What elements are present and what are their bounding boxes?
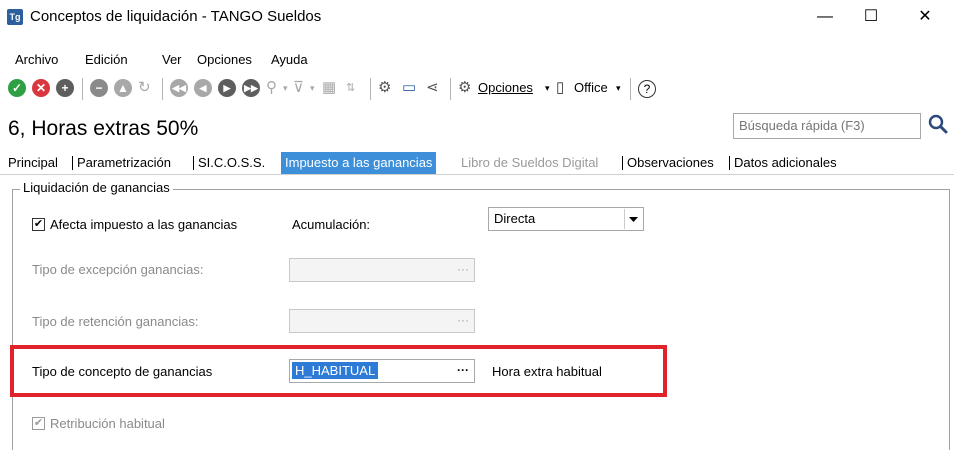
acumulacion-select[interactable]: Directa	[488, 207, 644, 231]
help-icon[interactable]: ?	[638, 80, 656, 98]
toolbar-separator	[82, 78, 83, 100]
app-icon: Tg	[7, 9, 23, 25]
options-gear-icon[interactable]: ⚙	[458, 79, 471, 97]
tipo-concepto-description: Hora extra habitual	[492, 364, 602, 379]
retribucion-habitual-label: Retribución habitual	[50, 416, 165, 431]
tab-separator	[72, 156, 73, 170]
monitor-icon[interactable]: ▭	[402, 79, 416, 97]
refresh-icon[interactable]: ↻	[138, 79, 151, 97]
ellipsis-icon[interactable]: ···	[453, 260, 473, 280]
add-icon[interactable]: +	[56, 79, 74, 97]
window-title: Conceptos de liquidación - TANGO Sueldos	[30, 8, 322, 25]
search-box[interactable]	[733, 113, 921, 139]
delete-icon[interactable]: −	[90, 79, 108, 97]
gear-icon[interactable]: ⚙	[378, 79, 391, 97]
toolbar-separator	[450, 78, 451, 100]
ellipsis-icon[interactable]: ···	[453, 361, 473, 381]
tab-separator	[622, 156, 623, 170]
tipo-excepcion-label: Tipo de excepción ganancias:	[32, 262, 204, 277]
acumulacion-value: Directa	[494, 211, 536, 226]
chevron-down-icon[interactable]: ▾	[616, 79, 621, 97]
edit-icon[interactable]: ▲	[114, 79, 132, 97]
page-title: 6, Horas extras 50%	[8, 117, 199, 140]
office-icon[interactable]: ▯	[556, 79, 564, 97]
afecta-impuesto-label: Afecta impuesto a las ganancias	[50, 217, 238, 232]
search-icon[interactable]	[926, 113, 950, 137]
menu-ayuda[interactable]: Ayuda	[271, 52, 308, 67]
tipo-concepto-value: H_HABITUAL	[292, 362, 379, 379]
menu-ver[interactable]: Ver	[162, 52, 182, 67]
office-button[interactable]: Office	[574, 80, 608, 95]
tipo-excepcion-field[interactable]: ···	[289, 258, 475, 282]
tab-libro-sueldos-digital[interactable]: Libro de Sueldos Digital	[461, 152, 598, 174]
last-record-icon[interactable]: ▶▶	[242, 79, 260, 97]
chevron-down-icon[interactable]: ▾	[310, 79, 315, 97]
tipo-retencion-label: Tipo de retención ganancias:	[32, 314, 199, 329]
minimize-button[interactable]: —	[802, 0, 848, 34]
search-input[interactable]	[736, 116, 919, 134]
acumulacion-label: Acumulación:	[292, 217, 371, 232]
group-title: Liquidación de ganancias	[20, 180, 173, 195]
cancel-icon[interactable]: ✕	[32, 79, 50, 97]
tab-parametrizacion[interactable]: Parametrización	[77, 152, 171, 174]
tab-bar: Principal Parametrización SI.C.O.S.S. Im…	[0, 152, 954, 175]
tab-principal[interactable]: Principal	[8, 152, 58, 174]
sort-icon[interactable]: ⇅	[346, 79, 355, 97]
afecta-impuesto-checkbox[interactable]: ✔	[32, 218, 45, 231]
retribucion-habitual-checkbox[interactable]: ✔	[32, 417, 45, 430]
ellipsis-icon[interactable]: ···	[453, 311, 473, 331]
grid-icon[interactable]: ▦	[322, 79, 336, 97]
title-bar: Tg Conceptos de liquidación - TANGO Suel…	[0, 0, 954, 34]
toolbar-separator	[370, 78, 371, 100]
tab-impuesto-ganancias[interactable]: Impuesto a las ganancias	[281, 152, 437, 174]
share-icon[interactable]: ⋖	[426, 79, 439, 97]
tipo-concepto-field[interactable]: H_HABITUAL ···	[289, 359, 475, 383]
menu-edicion[interactable]: Edición	[85, 52, 128, 67]
accept-icon[interactable]: ✓	[8, 79, 26, 97]
tab-datos-adicionales[interactable]: Datos adicionales	[734, 152, 837, 174]
toolbar-separator	[630, 78, 631, 100]
menu-archivo[interactable]: Archivo	[15, 52, 58, 67]
binoculars-icon[interactable]: ⚲	[266, 79, 277, 97]
tab-sicoss[interactable]: SI.C.O.S.S.	[198, 152, 265, 174]
menu-opciones[interactable]: Opciones	[197, 52, 252, 67]
tab-separator	[193, 156, 194, 170]
tab-observaciones[interactable]: Observaciones	[627, 152, 714, 174]
filter-icon[interactable]: ⊽	[293, 79, 304, 97]
toolbar: ✓ ✕ + − ▲ ↻ ◀◀ ◀ ▶ ▶▶ ⚲ ▾ ⊽ ▾ ▦ ⇅ ⚙ ▭ ⋖ …	[0, 76, 954, 104]
toolbar-separator	[162, 78, 163, 100]
tab-separator	[729, 156, 730, 170]
first-record-icon[interactable]: ◀◀	[170, 79, 188, 97]
close-button[interactable]: ✕	[902, 0, 948, 34]
tipo-concepto-label: Tipo de concepto de ganancias	[32, 364, 213, 379]
chevron-down-icon[interactable]	[624, 209, 642, 229]
next-record-icon[interactable]: ▶	[218, 79, 236, 97]
opciones-button[interactable]: Opciones	[478, 80, 533, 95]
chevron-down-icon[interactable]: ▾	[545, 79, 550, 97]
chevron-down-icon[interactable]: ▾	[283, 79, 288, 97]
tipo-retencion-field[interactable]: ···	[289, 309, 475, 333]
maximize-button[interactable]: ☐	[848, 0, 894, 34]
menu-bar: Archivo Edición Ver Opciones Ayuda	[0, 52, 954, 72]
previous-record-icon[interactable]: ◀	[194, 79, 212, 97]
